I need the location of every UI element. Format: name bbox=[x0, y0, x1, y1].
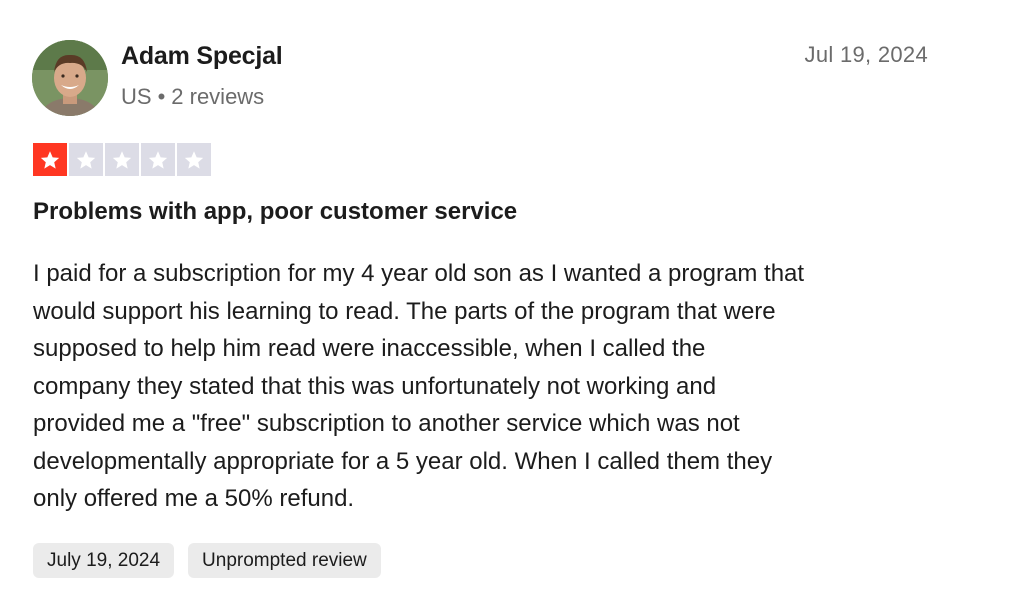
review-body: I paid for a subscription for my 4 year … bbox=[33, 255, 953, 518]
author-meta: US • 2 reviews bbox=[121, 84, 264, 110]
star-icon bbox=[184, 150, 204, 169]
author-name[interactable]: Adam Specjal bbox=[121, 42, 283, 71]
star-filled bbox=[33, 143, 67, 176]
star-empty bbox=[69, 143, 103, 176]
review-date: Jul 19, 2024 bbox=[804, 42, 928, 67]
star-rating bbox=[33, 143, 211, 176]
date-of-experience-tag: July 19, 2024 bbox=[33, 543, 175, 578]
review-body-line: I paid for a subscription for my 4 year … bbox=[33, 260, 805, 287]
review-body-line: provided me a "free" subscription to ano… bbox=[33, 410, 740, 437]
review-body-line: only offered me a 50% refund. bbox=[33, 485, 355, 512]
avatar-image bbox=[32, 40, 108, 116]
review-body-line: would support his learning to read. The … bbox=[33, 297, 776, 325]
author-reviews-count[interactable]: 2 reviews bbox=[171, 84, 264, 109]
star-icon bbox=[112, 150, 132, 169]
meta-separator: • bbox=[157, 84, 166, 109]
review-body-line: developmentally appropriate for a 5 year… bbox=[33, 447, 773, 475]
review-tags: July 19, 2024 Unprompted review bbox=[33, 543, 381, 578]
review-title[interactable]: Problems with app, poor customer service bbox=[33, 198, 517, 226]
star-icon bbox=[76, 150, 96, 169]
author-country: US bbox=[121, 84, 152, 109]
star-icon bbox=[148, 150, 168, 169]
star-empty bbox=[141, 143, 175, 176]
star-icon bbox=[40, 150, 60, 169]
review-body-line: company they stated that this was unfort… bbox=[33, 372, 717, 400]
unprompted-review-tag[interactable]: Unprompted review bbox=[188, 543, 381, 578]
avatar[interactable] bbox=[32, 40, 108, 116]
review-body-line: supposed to help him read were inaccessi… bbox=[33, 335, 706, 362]
star-empty bbox=[177, 143, 211, 176]
review-card: Adam Specjal US • 2 reviews Jul 19, 2024 P… bbox=[0, 0, 1024, 608]
star-empty bbox=[105, 143, 139, 176]
